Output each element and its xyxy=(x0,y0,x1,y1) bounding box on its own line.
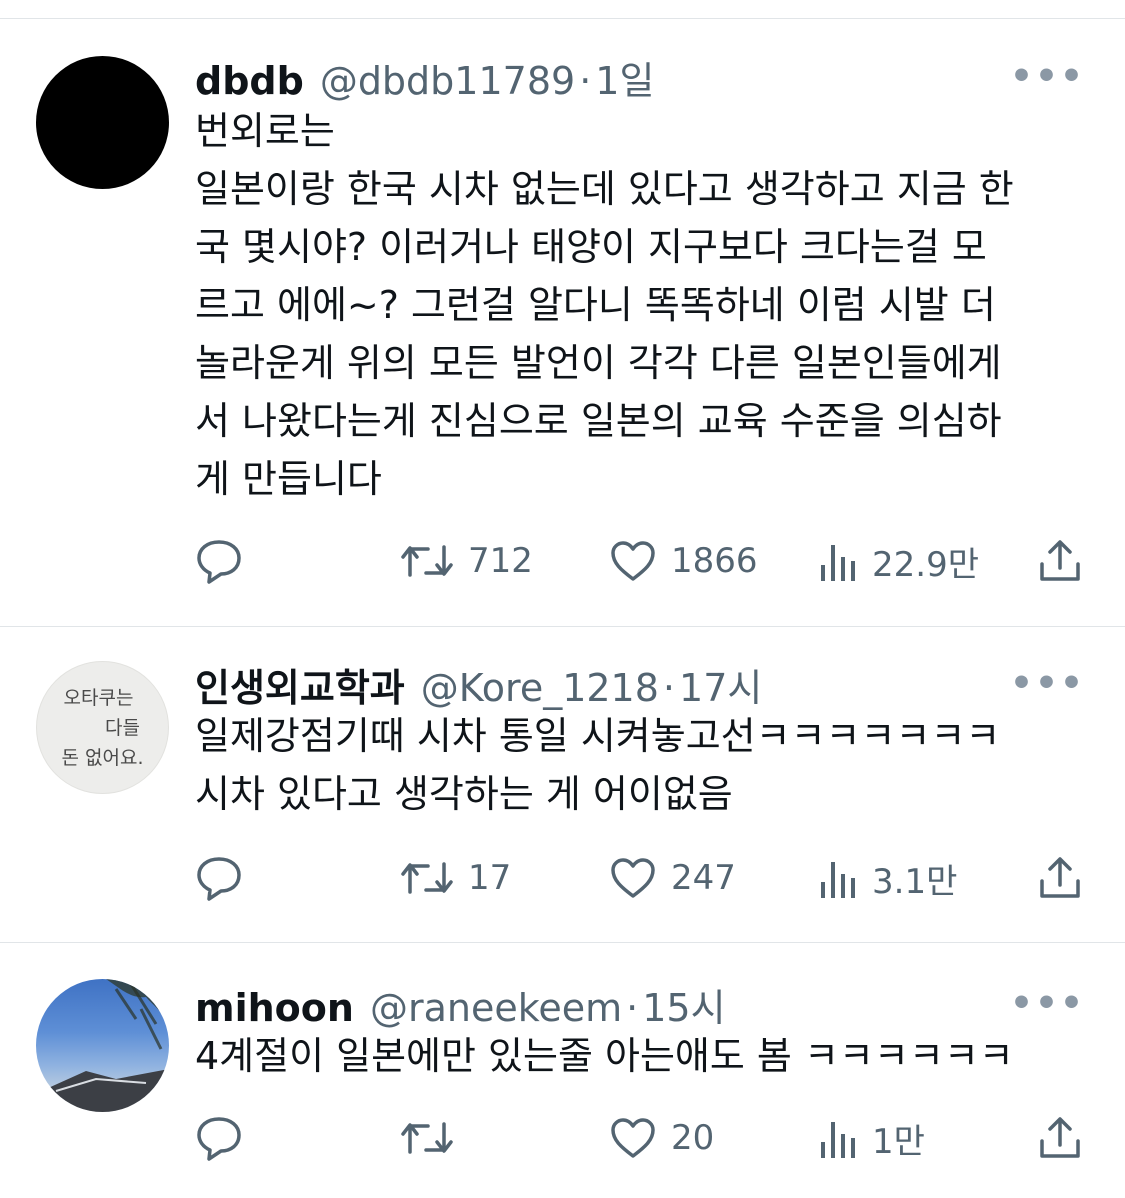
tweet-text: 4계절이 일본에만 있는줄 아는애도 봄 ㅋㅋㅋㅋㅋㅋ xyxy=(195,1027,1095,1085)
share-button[interactable] xyxy=(1037,853,1083,903)
reply-icon xyxy=(197,540,241,584)
display-name[interactable]: 인생외교학과 xyxy=(195,657,405,712)
separator: · xyxy=(662,666,676,710)
views-count: 22.9만 xyxy=(872,544,979,585)
views-button[interactable]: 22.9만 xyxy=(818,536,979,586)
retweet-icon xyxy=(401,862,453,894)
tweet-text-line: 일본이랑 한국 시차 없는데 있다고 생각하고 지금 한 xyxy=(195,167,1014,211)
tweet-text-line: 르고 에에~? 그런걸 알다니 똑똑하네 이럼 시발 더 xyxy=(195,283,996,327)
views-button[interactable]: 1만 xyxy=(818,1113,925,1163)
avatar-text-line: 돈 없어요. xyxy=(61,746,144,769)
reply-button[interactable] xyxy=(195,1113,257,1163)
retweet-button[interactable] xyxy=(400,1113,468,1163)
retweet-icon xyxy=(401,1122,453,1154)
timestamp[interactable]: 1일 xyxy=(595,50,654,105)
reply-icon xyxy=(197,1117,241,1161)
heart-icon xyxy=(611,541,655,581)
views-icon xyxy=(821,1122,855,1158)
display-name[interactable]: mihoon xyxy=(195,986,354,1030)
tweet-text: 번외로는 일본이랑 한국 시차 없는데 있다고 생각하고 지금 한 국 몇시야?… xyxy=(195,102,1095,508)
retweet-button[interactable]: 712 xyxy=(400,536,533,586)
timestamp[interactable]: 15시 xyxy=(642,977,725,1032)
timestamp[interactable]: 17시 xyxy=(679,657,762,712)
tweet-text-line: 서 나왔다는게 진심으로 일본의 교육 수준을 의심하 xyxy=(195,399,1002,443)
share-button[interactable] xyxy=(1037,536,1083,586)
display-name[interactable]: dbdb xyxy=(195,59,304,103)
share-icon xyxy=(1040,857,1080,898)
views-icon xyxy=(821,862,855,898)
views-count: 1만 xyxy=(872,1121,925,1162)
separator: · xyxy=(579,59,592,103)
share-icon xyxy=(1040,1117,1080,1158)
retweet-count: 17 xyxy=(468,858,512,898)
tweet-header: mihoon @raneekeem · 15시 xyxy=(195,977,1085,1030)
avatar-text-line: 오타쿠는 xyxy=(63,686,134,709)
handle[interactable]: @Kore_1218 xyxy=(421,666,659,710)
like-button[interactable]: 1866 xyxy=(609,536,758,586)
tree-photo-icon xyxy=(36,979,169,1112)
tweet-text-line: 번외로는 xyxy=(195,109,335,153)
tweet[interactable]: dbdb @dbdb11789 · 1일 ••• 번외로는 일본이랑 한국 시차… xyxy=(0,0,1125,626)
tweet-text-line: 4계절이 일본에만 있는줄 아는애도 봄 ㅋㅋㅋㅋㅋㅋ xyxy=(195,1034,1014,1078)
like-count: 20 xyxy=(671,1118,715,1158)
more-icon[interactable]: ••• xyxy=(1010,663,1085,704)
heart-icon xyxy=(611,858,655,898)
tweet-header: dbdb @dbdb11789 · 1일 xyxy=(195,50,1085,103)
like-button[interactable]: 20 xyxy=(609,1113,714,1163)
like-button[interactable]: 247 xyxy=(609,853,736,903)
heart-icon xyxy=(611,1118,655,1158)
views-button[interactable]: 3.1만 xyxy=(818,853,957,903)
avatar[interactable] xyxy=(36,56,169,189)
handle[interactable]: @raneekeem xyxy=(370,986,622,1030)
avatar[interactable]: 오타쿠는 다들 돈 없어요. xyxy=(36,661,169,794)
tweet-header: 인생외교학과 @Kore_1218 · 17시 xyxy=(195,657,1085,710)
more-icon[interactable]: ••• xyxy=(1010,56,1085,97)
like-count: 247 xyxy=(671,858,736,898)
tweet[interactable]: mihoon @raneekeem · 15시 ••• 4계절이 일본에만 있는… xyxy=(0,943,1125,1198)
retweet-button[interactable]: 17 xyxy=(400,853,511,903)
reply-button[interactable] xyxy=(195,536,257,586)
views-icon xyxy=(821,545,855,581)
tweet-text-line: 놀라운게 위의 모든 발언이 각각 다른 일본인들에게 xyxy=(195,341,1002,385)
avatar[interactable] xyxy=(36,979,169,1112)
reply-button[interactable] xyxy=(195,853,257,903)
separator: · xyxy=(626,986,639,1030)
avatar-text-line: 다들 xyxy=(105,716,140,739)
tweet-text-line: 게 만듭니다 xyxy=(195,457,382,501)
tweet-actions: 17 247 3.1만 xyxy=(195,853,1085,903)
tweet-actions: 712 1866 22.9만 xyxy=(195,536,1085,586)
retweet-icon xyxy=(401,545,453,577)
share-icon xyxy=(1040,540,1080,581)
tweet[interactable]: 오타쿠는 다들 돈 없어요. 인생외교학과 @Kore_1218 · 17시 •… xyxy=(0,627,1125,943)
tweet-text-line: 국 몇시야? 이러거나 태양이 지구보다 크다는걸 모 xyxy=(195,225,987,269)
tweet-text: 일제강점기때 시차 통일 시켜놓고선ㅋㅋㅋㅋㅋㅋㅋ 시차 있다고 생각하는 게 … xyxy=(195,707,1095,823)
reply-icon xyxy=(197,857,241,901)
more-icon[interactable]: ••• xyxy=(1010,983,1085,1024)
views-count: 3.1만 xyxy=(872,861,958,902)
retweet-count: 712 xyxy=(468,541,533,581)
like-count: 1866 xyxy=(671,541,758,581)
handle[interactable]: @dbdb11789 xyxy=(320,59,575,103)
tweet-text-line: 일제강점기때 시차 통일 시켜놓고선ㅋㅋㅋㅋㅋㅋㅋ xyxy=(195,714,1001,758)
tweet-actions: 20 1만 xyxy=(195,1113,1085,1163)
share-button[interactable] xyxy=(1037,1113,1083,1163)
tweet-text-line: 시차 있다고 생각하는 게 어이없음 xyxy=(195,772,733,816)
